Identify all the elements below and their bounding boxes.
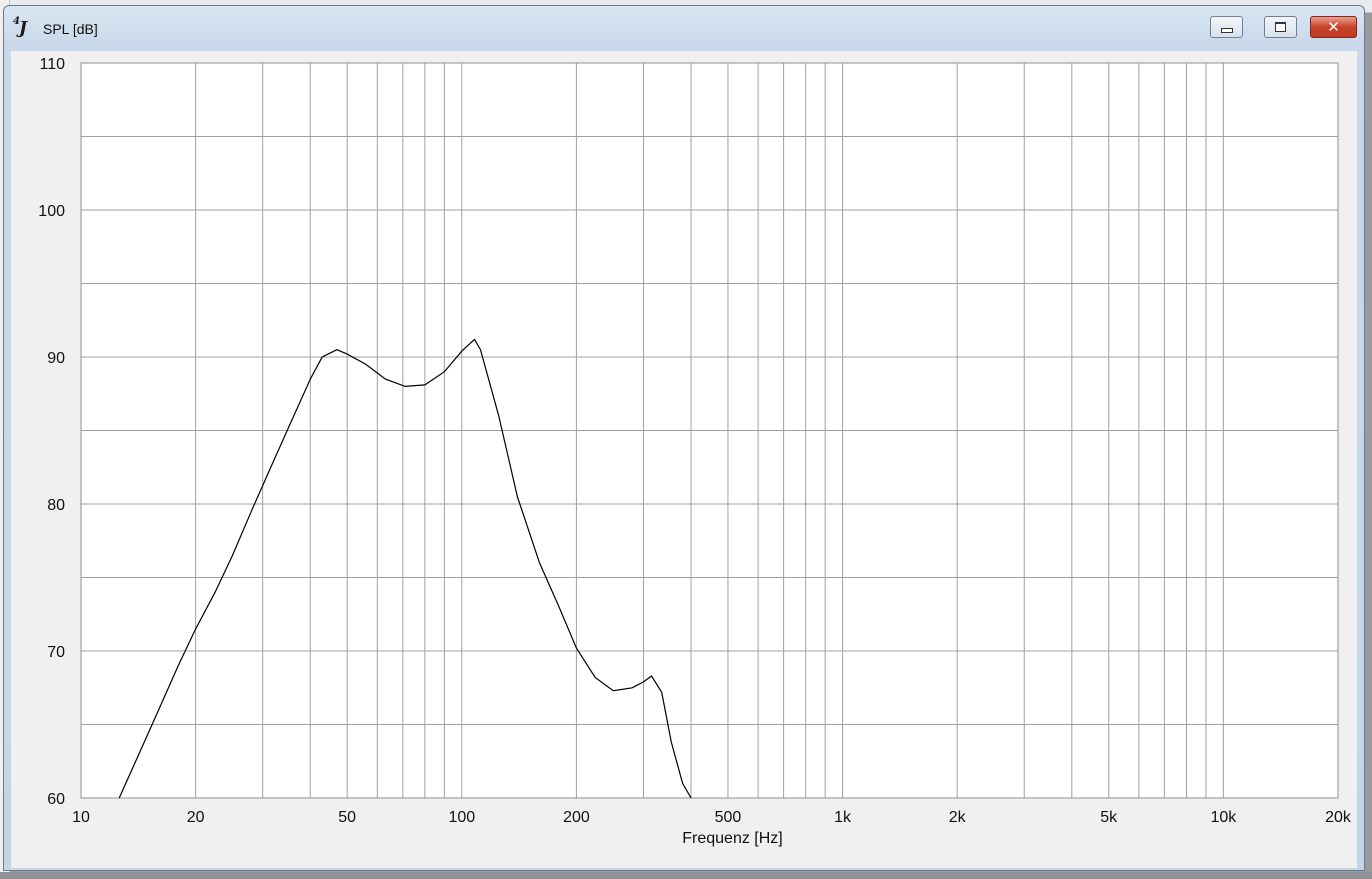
x-tick-label: 50 [338,809,356,826]
y-tick-label: 110 [39,56,65,73]
minimize-button[interactable] [1210,16,1243,38]
x-axis-label: Frequenz [Hz] [682,830,782,847]
x-tick-label: 10k [1210,809,1237,826]
y-tick-label: 60 [47,791,65,808]
x-tick-label: 100 [448,809,475,826]
window-title: SPL [dB] [43,21,98,37]
spl-chart-window: 4J SPL [dB] ✕ 10 20 50 100 200 500 1k 2k 5k 10k 20… [3,5,1365,871]
x-tick-label: 200 [563,809,590,826]
x-tick-label: 500 [715,809,742,826]
x-tick-label: 1k [834,809,852,826]
chart-area: 10 20 50 100 200 500 1k 2k 5k 10k 20k 60 70 80 90 100 11… [11,51,1357,868]
app-icon: 4J [13,16,27,39]
x-tick-label: 20 [187,809,205,826]
maximize-button[interactable] [1264,16,1297,38]
minimize-icon [1220,27,1233,33]
y-tick-label: 100 [38,203,65,220]
close-button[interactable]: ✕ [1310,16,1357,38]
x-tick-label: 2k [949,809,967,826]
maximize-icon [1275,22,1286,32]
spl-chart: 10 20 50 100 200 500 1k 2k 5k 10k 20k 60 70 80 90 100 11… [38,56,1352,847]
y-tick-label: 90 [47,350,65,367]
x-tick-label: 5k [1100,809,1118,826]
y-tick-label: 70 [47,644,65,661]
background-taskbar-edge [0,872,1372,879]
x-tick-label: 20k [1325,809,1352,826]
x-tick-label: 10 [72,809,90,826]
y-tick-label: 80 [47,497,65,514]
title-bar[interactable]: 4J SPL [dB] ✕ [4,6,1364,42]
close-icon: ✕ [1327,18,1340,36]
